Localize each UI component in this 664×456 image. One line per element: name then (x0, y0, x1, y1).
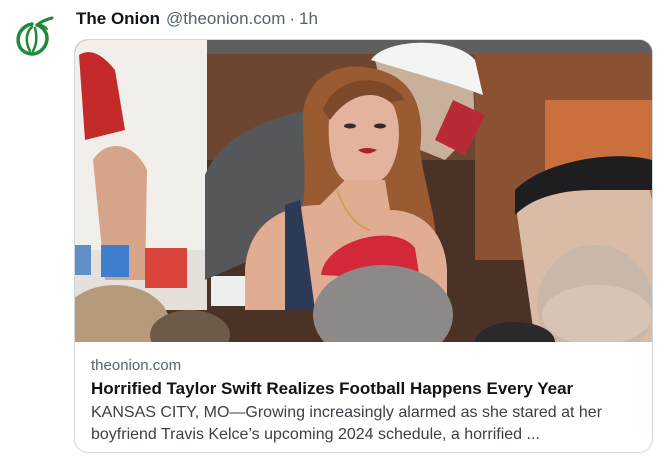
post-header: The Onion @theonion.com · 1h (76, 8, 318, 30)
link-title[interactable]: Horrified Taylor Swift Realizes Football… (91, 378, 636, 400)
link-card-image[interactable] (75, 40, 652, 342)
author-handle[interactable]: @theonion.com (166, 8, 285, 30)
article-photo (75, 40, 652, 342)
link-domain[interactable]: theonion.com (91, 356, 636, 375)
link-card[interactable]: theonion.com Horrified Taylor Swift Real… (74, 39, 653, 453)
author-name[interactable]: The Onion (76, 8, 160, 30)
onion-logo-icon[interactable] (11, 14, 55, 58)
link-description[interactable]: KANSAS CITY, MO—Growing increasingly ala… (91, 402, 639, 446)
post[interactable]: The Onion @theonion.com · 1h theonion.co… (0, 0, 664, 456)
separator-dot: · (289, 9, 296, 28)
post-timestamp[interactable]: 1h (299, 8, 318, 30)
link-card-text[interactable]: theonion.com Horrified Taylor Swift Real… (75, 342, 652, 452)
